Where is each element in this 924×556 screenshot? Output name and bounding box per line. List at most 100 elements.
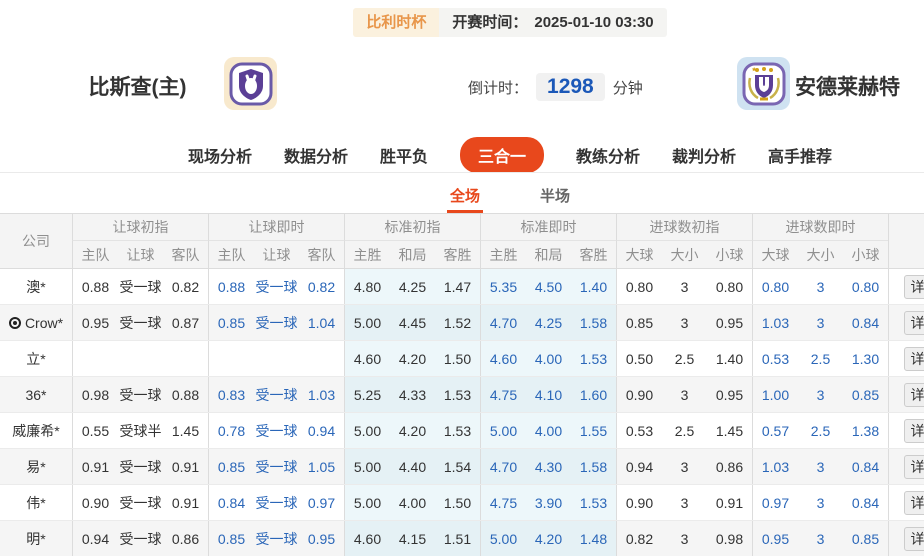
group-subheaders-5: 大球大小小球	[616, 241, 752, 268]
company-name: 威廉希*	[12, 421, 59, 441]
nav-tab-7[interactable]: 高手推荐	[768, 143, 832, 167]
nav-tab-5[interactable]: 教练分析	[576, 143, 640, 167]
odds-value: 0.86	[707, 449, 752, 484]
odds-value: 0.84	[843, 449, 888, 484]
odds-value: 受一球	[118, 485, 163, 520]
nav-tab-6[interactable]: 裁判分析	[672, 143, 736, 167]
group-subheaders-6: 大球大小小球	[752, 241, 888, 268]
odds-value: 1.53	[435, 413, 480, 448]
odds-value: 1.53	[571, 485, 616, 520]
odds-value: 1.03	[753, 449, 798, 484]
column-header: 和局	[390, 245, 435, 265]
odds-value: 4.33	[390, 377, 435, 412]
odds-value	[163, 341, 208, 376]
odds-group-2: 0.83受一球1.03	[208, 377, 344, 412]
odds-value: 4.10	[526, 377, 571, 412]
odds-value: 受一球	[254, 485, 299, 520]
kickoff-time: 开赛时间： 2025-01-10 03:30	[439, 8, 666, 37]
column-header: 让球	[118, 245, 163, 265]
odds-group-1	[72, 341, 208, 376]
odds-group-4: 5.004.001.55	[480, 413, 616, 448]
period-tab-1[interactable]: 全场	[447, 179, 483, 213]
odds-row: Crow*0.95受一球0.870.85受一球1.045.004.451.524…	[0, 305, 924, 341]
odds-value: 0.85	[843, 521, 888, 556]
detail-button[interactable]: 详	[904, 275, 924, 299]
odds-value: 0.94	[617, 449, 662, 484]
odds-value: 4.70	[481, 305, 526, 340]
odds-value: 1.30	[843, 341, 888, 376]
odds-value: 0.80	[843, 269, 888, 304]
odds-group-3: 4.604.201.50	[344, 341, 480, 376]
odds-group-6: 1.0330.84	[752, 449, 888, 484]
odds-table: 公司让球初指让球即时标准初指标准即时进球数初指进球数即时主队让球客队主队让球客队…	[0, 213, 924, 556]
odds-value: 受一球	[254, 413, 299, 448]
column-header: 和局	[526, 245, 571, 265]
odds-value: 0.88	[163, 377, 208, 412]
odds-value: 3	[662, 521, 707, 556]
odds-value: 受一球	[118, 377, 163, 412]
detail-cell: 详	[888, 377, 924, 412]
detail-button[interactable]: 详	[904, 527, 924, 551]
odds-value: 3	[662, 485, 707, 520]
odds-value: 0.98	[73, 377, 118, 412]
odds-value: 受一球	[254, 377, 299, 412]
detail-button[interactable]: 详	[904, 491, 924, 515]
column-header: 让球	[254, 245, 299, 265]
odds-value: 0.80	[707, 269, 752, 304]
detail-button[interactable]: 详	[904, 419, 924, 443]
column-header: 小球	[707, 245, 752, 265]
odds-value: 0.94	[73, 521, 118, 556]
odds-value: 1.54	[435, 449, 480, 484]
company-cell: 易*	[0, 449, 72, 484]
odds-value: 5.00	[345, 485, 390, 520]
detail-button[interactable]: 详	[904, 383, 924, 407]
odds-row: 36*0.98受一球0.880.83受一球1.035.254.331.534.7…	[0, 377, 924, 413]
odds-value: 0.94	[299, 413, 344, 448]
nav-tabs: 现场分析 数据分析 胜平负 三合一 教练分析 裁判分析 高手推荐	[0, 137, 924, 173]
odds-group-3: 5.004.201.53	[344, 413, 480, 448]
company-name: 明*	[26, 529, 45, 549]
odds-value: 0.87	[163, 305, 208, 340]
odds-value: 0.98	[707, 521, 752, 556]
odds-value: 4.45	[390, 305, 435, 340]
odds-value: 0.95	[707, 377, 752, 412]
nav-tab-1[interactable]: 现场分析	[188, 143, 252, 167]
odds-table-header: 公司让球初指让球即时标准初指标准即时进球数初指进球数即时主队让球客队主队让球客队…	[0, 214, 924, 269]
odds-value: 受一球	[118, 449, 163, 484]
company-cell: 威廉希*	[0, 413, 72, 448]
nav-tab-2[interactable]: 数据分析	[284, 143, 348, 167]
odds-value: 受一球	[254, 521, 299, 556]
odds-group-2: 0.85受一球1.05	[208, 449, 344, 484]
odds-value: 3	[798, 485, 843, 520]
odds-value: 1.58	[571, 449, 616, 484]
odds-group-3: 5.254.331.53	[344, 377, 480, 412]
odds-value: 0.85	[843, 377, 888, 412]
odds-value: 4.70	[481, 449, 526, 484]
detail-button[interactable]: 详	[904, 347, 924, 371]
page: 比利时杯 开赛时间： 2025-01-10 03:30 比斯查(主) 倒计时： …	[0, 0, 924, 556]
nav-tab-4[interactable]: 三合一	[460, 137, 544, 173]
odds-value: 1.03	[299, 377, 344, 412]
odds-table-body: 澳*0.88受一球0.820.88受一球0.824.804.251.475.35…	[0, 269, 924, 556]
column-header: 主胜	[481, 245, 526, 265]
odds-value: 3	[798, 449, 843, 484]
odds-value: 0.80	[753, 269, 798, 304]
odds-value: 0.84	[843, 305, 888, 340]
odds-value: 1.38	[843, 413, 888, 448]
company-cell: 立*	[0, 341, 72, 376]
odds-value: 5.00	[481, 521, 526, 556]
odds-value: 2.5	[798, 413, 843, 448]
detail-button[interactable]: 详	[904, 455, 924, 479]
odds-value: 0.90	[73, 485, 118, 520]
detail-cell: 详	[888, 305, 924, 340]
column-header: 客胜	[571, 245, 616, 265]
detail-cell: 详	[888, 521, 924, 556]
odds-group-1: 0.90受一球0.91	[72, 485, 208, 520]
period-tab-2[interactable]: 半场	[537, 179, 573, 213]
detail-button[interactable]: 详	[904, 311, 924, 335]
nav-tab-3[interactable]: 胜平负	[380, 143, 428, 167]
odds-value: 4.15	[390, 521, 435, 556]
odds-group-5: 0.9030.95	[616, 377, 752, 412]
odds-value: 1.60	[571, 377, 616, 412]
odds-group-2: 0.78受一球0.94	[208, 413, 344, 448]
